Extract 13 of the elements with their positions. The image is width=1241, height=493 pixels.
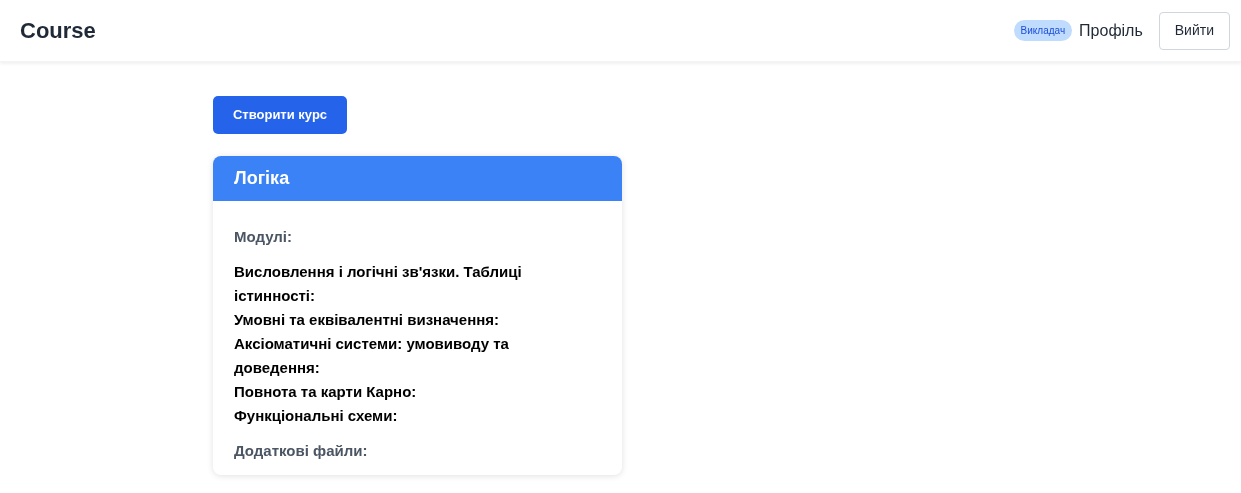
- role-badge: Викладач: [1013, 20, 1073, 41]
- module-item: Умовні та еквівалентні визначення:: [234, 310, 501, 330]
- profile-link[interactable]: Профіль: [1079, 18, 1143, 43]
- module-item: Висловлення і логічні зв'язки. Таблиці істинності:: [234, 262, 523, 306]
- files-heading: Додаткові файли:: [234, 441, 369, 461]
- site-title: Course: [20, 17, 96, 45]
- module-item: Повнота та карти Карно:: [234, 382, 418, 402]
- modules-heading: Модулі:: [234, 227, 293, 247]
- logout-button[interactable]: Вийти: [1158, 11, 1230, 50]
- create-course-button[interactable]: Створити курс: [213, 96, 347, 134]
- course-title: Логіка: [213, 156, 622, 201]
- module-item: Функціональні схеми:: [234, 406, 399, 426]
- module-item: Аксіоматичні системи: умовиводу та доведення:: [234, 334, 510, 378]
